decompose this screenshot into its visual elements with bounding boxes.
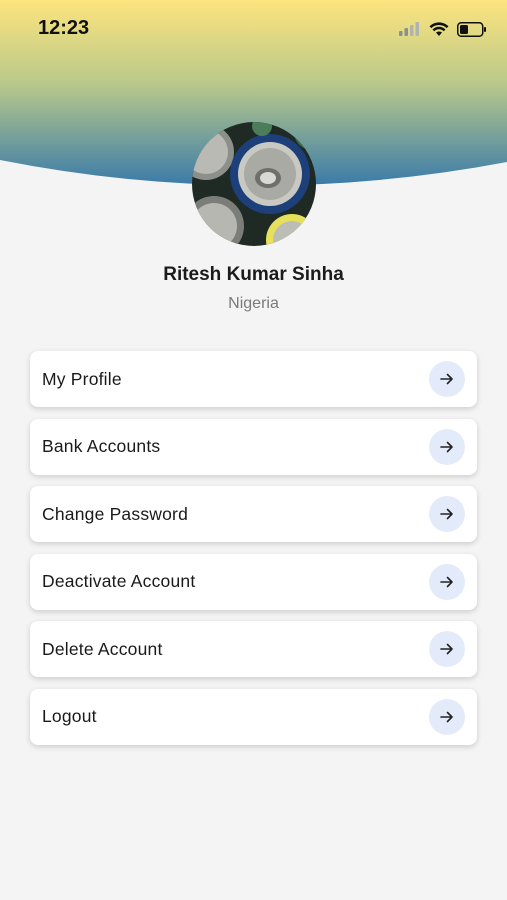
wifi-icon [429,21,449,36]
settings-menu: My Profile Bank Accounts Change Password… [30,351,477,757]
menu-item-label: Deactivate Account [42,571,196,592]
menu-item-label: Delete Account [42,638,163,659]
avatar-image [192,122,316,246]
status-bar: 12:23 [0,0,507,60]
signal-icon [399,22,419,36]
arrow-right-icon[interactable] [429,361,465,397]
menu-item-bank-accounts[interactable]: Bank Accounts [30,418,477,475]
avatar[interactable] [192,122,316,246]
menu-item-delete-account[interactable]: Delete Account [30,621,477,678]
user-country: Nigeria [228,295,279,312]
menu-item-change-password[interactable]: Change Password [30,486,477,543]
menu-item-logout[interactable]: Logout [30,688,477,745]
arrow-right-icon[interactable] [429,698,465,735]
status-time: 12:23 [38,17,90,39]
arrow-right-icon[interactable] [429,428,465,465]
battery-icon [457,21,486,37]
menu-item-my-profile[interactable]: My Profile [30,351,477,407]
arrow-right-icon[interactable] [429,631,465,668]
arrow-right-icon[interactable] [429,496,465,533]
status-icons [399,18,487,40]
menu-item-label: Bank Accounts [42,436,161,457]
arrow-right-icon[interactable] [429,563,465,600]
menu-item-label: My Profile [42,368,122,389]
menu-item-deactivate-account[interactable]: Deactivate Account [30,553,477,610]
menu-item-label: Change Password [42,503,188,524]
user-name: Ritesh Kumar Sinha [163,264,344,285]
menu-item-label: Logout [42,706,97,727]
